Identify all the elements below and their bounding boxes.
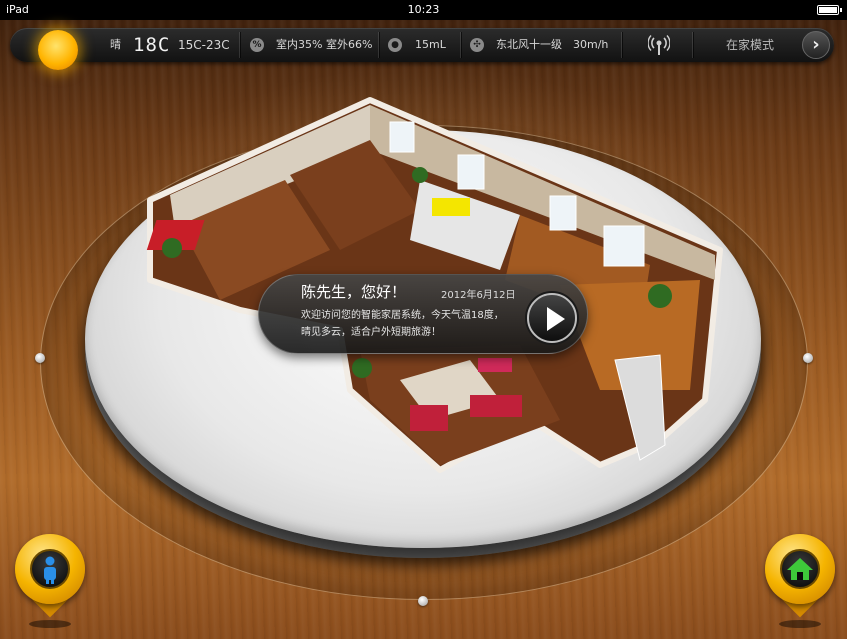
sofa-top (478, 358, 512, 372)
date-text: 2012年6月12日 (441, 290, 516, 301)
sofa-right (470, 395, 522, 417)
person-icon (30, 549, 70, 589)
yellow-table (432, 198, 470, 216)
user-profile-button[interactable] (15, 534, 85, 630)
smart-home-dashboard: iPad 10:23 晴 18C 15C-23C % 室内35% 室外66% ●… (0, 0, 847, 639)
sofa-left (410, 405, 448, 431)
welcome-bubble: 陈先生，您好！ 2012年6月12日 欢迎访问您的智能家居系统，今天气温18度，… (258, 274, 588, 354)
welcome-message: 欢迎访问您的智能家居系统，今天气温18度， 晴见多云，适合户外短期旅游！ (301, 307, 504, 341)
welcome-message-line2: 晴见多云，适合户外短期旅游！ (301, 327, 441, 338)
home-icon (780, 549, 820, 589)
welcome-message-line1: 欢迎访问您的智能家居系统，今天气温18度， (301, 310, 504, 321)
play-icon (547, 307, 565, 331)
home-button[interactable] (765, 534, 835, 630)
play-button[interactable] (527, 293, 577, 343)
greeting-text: 陈先生，您好！ (301, 283, 407, 301)
